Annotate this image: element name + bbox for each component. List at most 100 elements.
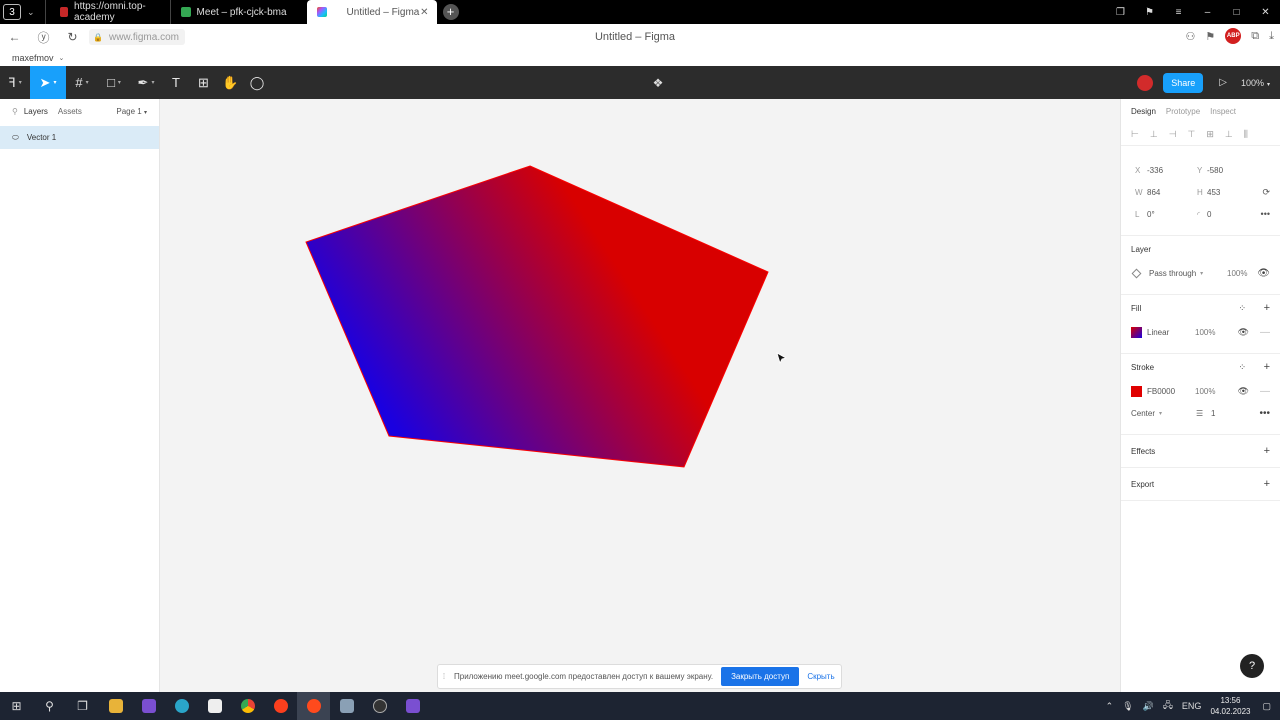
- fill-type[interactable]: Linear: [1147, 328, 1169, 337]
- shape-tool-button[interactable]: □ ▾: [98, 66, 130, 99]
- zoom-dropdown[interactable]: 100% ▾: [1241, 78, 1270, 88]
- microphone-icon[interactable]: 🎙: [1122, 701, 1133, 712]
- tab-design[interactable]: Design: [1131, 107, 1156, 116]
- taskbar-visual-studio-2[interactable]: [396, 692, 429, 720]
- tab-figma[interactable]: Untitled – Figma ✕: [306, 0, 437, 24]
- style-grid-icon[interactable]: ⁘: [1238, 303, 1246, 314]
- tab-menu-chevron-icon[interactable]: ⌄: [27, 7, 35, 18]
- close-window-icon[interactable]: ✕: [1251, 7, 1280, 18]
- more-options-icon[interactable]: •••: [1259, 408, 1270, 419]
- back-icon[interactable]: ←: [0, 30, 29, 44]
- pen-tool-button[interactable]: ✒ ▾: [130, 66, 162, 99]
- h-input[interactable]: 453: [1207, 188, 1220, 197]
- task-view-button[interactable]: ❐: [66, 692, 99, 720]
- adblock-icon[interactable]: ABP: [1225, 28, 1242, 44]
- move-tool-button[interactable]: ➤ ▾: [30, 66, 66, 99]
- remove-fill-icon[interactable]: —: [1260, 327, 1270, 338]
- layer-item-vector[interactable]: ⬭ Vector 1: [0, 126, 159, 149]
- remove-stroke-icon[interactable]: —: [1260, 386, 1270, 397]
- x-input[interactable]: -336: [1147, 166, 1197, 175]
- language-indicator[interactable]: ENG: [1182, 701, 1202, 711]
- text-tool-button[interactable]: T: [162, 66, 190, 99]
- yandex-home-icon[interactable]: ⓨ: [29, 29, 58, 46]
- align-bottom-icon[interactable]: ⊥: [1225, 129, 1233, 140]
- distribute-icon[interactable]: ⫼: [1244, 129, 1248, 140]
- fill-swatch[interactable]: [1131, 326, 1142, 338]
- reader-icon[interactable]: ⚇: [1186, 30, 1196, 43]
- search-icon[interactable]: ⚲: [12, 107, 18, 116]
- visibility-eye-icon[interactable]: 👁: [1238, 327, 1249, 338]
- add-effect-icon[interactable]: +: [1264, 445, 1270, 457]
- download-icon[interactable]: ⤓: [1269, 30, 1274, 43]
- tab-count-badge[interactable]: 3: [3, 4, 21, 20]
- bookmarks-icon[interactable]: ⚑: [1135, 7, 1164, 18]
- tab-prototype[interactable]: Prototype: [1166, 107, 1200, 116]
- stroke-hex-input[interactable]: FB0000: [1147, 387, 1175, 396]
- corner-radius-input[interactable]: 0: [1207, 210, 1211, 219]
- taskbar-yandex-browser[interactable]: [297, 692, 330, 720]
- tab-assets[interactable]: Assets: [58, 107, 82, 116]
- tab-omni[interactable]: https://omni.top-academy: [44, 0, 170, 24]
- hand-tool-button[interactable]: ✋: [217, 66, 244, 99]
- drag-handle-icon[interactable]: ⁞: [438, 672, 450, 681]
- stroke-swatch[interactable]: [1131, 385, 1142, 397]
- new-tab-button[interactable]: +: [442, 4, 459, 20]
- search-button[interactable]: ⚲: [33, 692, 66, 720]
- constrain-proportions-icon[interactable]: ⟳: [1262, 187, 1270, 198]
- taskbar-store[interactable]: [198, 692, 231, 720]
- present-play-icon[interactable]: ▷: [1219, 77, 1227, 88]
- profile-bar[interactable]: maxefmov ⌄: [0, 50, 1280, 66]
- resources-button[interactable]: ⊞: [190, 66, 217, 99]
- align-center-h-icon[interactable]: ⊥: [1150, 129, 1158, 140]
- tab-meet[interactable]: Meet – pfk-cjck-bma: [169, 0, 307, 24]
- w-input[interactable]: 864: [1147, 188, 1197, 197]
- vector-pentagon[interactable]: [305, 165, 769, 468]
- frame-tool-button[interactable]: # ▾: [66, 66, 98, 99]
- taskbar-yandex[interactable]: [264, 692, 297, 720]
- main-menu-button[interactable]: ꟻ ▾: [0, 66, 30, 99]
- chevron-up-icon[interactable]: ⌃: [1106, 701, 1114, 712]
- canvas[interactable]: [160, 99, 1120, 692]
- help-button[interactable]: ?: [1240, 654, 1264, 678]
- taskbar-app-blue[interactable]: [165, 692, 198, 720]
- align-right-icon[interactable]: ⊣: [1169, 129, 1177, 140]
- stroke-align-select[interactable]: Center: [1131, 409, 1155, 418]
- avatar[interactable]: [1137, 74, 1154, 91]
- tab-layers[interactable]: Layers: [24, 107, 48, 116]
- maximize-icon[interactable]: □: [1222, 7, 1251, 18]
- align-top-icon[interactable]: ⊤: [1188, 129, 1196, 140]
- close-tab-icon[interactable]: ✕: [420, 7, 428, 18]
- stroke-weight-input[interactable]: 1: [1211, 409, 1215, 418]
- extensions-icon[interactable]: ⧉: [1251, 30, 1259, 43]
- taskbar-explorer[interactable]: [99, 692, 132, 720]
- notifications-icon[interactable]: ▢: [1262, 701, 1271, 712]
- taskbar-chrome[interactable]: [231, 692, 264, 720]
- add-export-icon[interactable]: +: [1264, 478, 1270, 490]
- taskbar-app-gray[interactable]: [330, 692, 363, 720]
- tab-inspect[interactable]: Inspect: [1210, 107, 1236, 116]
- bookmark-icon[interactable]: ⚑: [1205, 30, 1215, 43]
- start-button[interactable]: ⊞: [0, 692, 33, 720]
- visibility-eye-icon[interactable]: 👁: [1238, 386, 1249, 397]
- volume-icon[interactable]: 🔊: [1143, 701, 1154, 712]
- minimize-icon[interactable]: –: [1193, 7, 1222, 18]
- align-left-icon[interactable]: ⊢: [1131, 129, 1139, 140]
- component-icon[interactable]: ❖: [650, 66, 666, 99]
- more-options-icon[interactable]: •••: [1261, 209, 1270, 219]
- reload-icon[interactable]: ↻: [58, 30, 87, 44]
- style-grid-icon[interactable]: ⁘: [1238, 362, 1246, 373]
- visibility-eye-icon[interactable]: 👁: [1257, 268, 1270, 279]
- hide-notice-button[interactable]: Скрыть: [807, 672, 834, 681]
- share-button[interactable]: Share: [1163, 72, 1204, 93]
- page-selector[interactable]: Page 1 ▾: [116, 107, 147, 116]
- collections-icon[interactable]: ❐: [1106, 7, 1135, 18]
- align-middle-v-icon[interactable]: ⊞: [1206, 129, 1214, 140]
- add-fill-icon[interactable]: +: [1264, 302, 1270, 314]
- taskbar-visual-studio[interactable]: [132, 692, 165, 720]
- y-input[interactable]: -580: [1207, 166, 1223, 175]
- taskbar-obs[interactable]: [363, 692, 396, 720]
- stroke-opacity-input[interactable]: 100%: [1195, 387, 1215, 396]
- url-field[interactable]: 🔒 www.figma.com: [89, 29, 185, 45]
- comment-tool-button[interactable]: ◯: [244, 66, 270, 99]
- stop-sharing-button[interactable]: Закрыть доступ: [721, 667, 800, 686]
